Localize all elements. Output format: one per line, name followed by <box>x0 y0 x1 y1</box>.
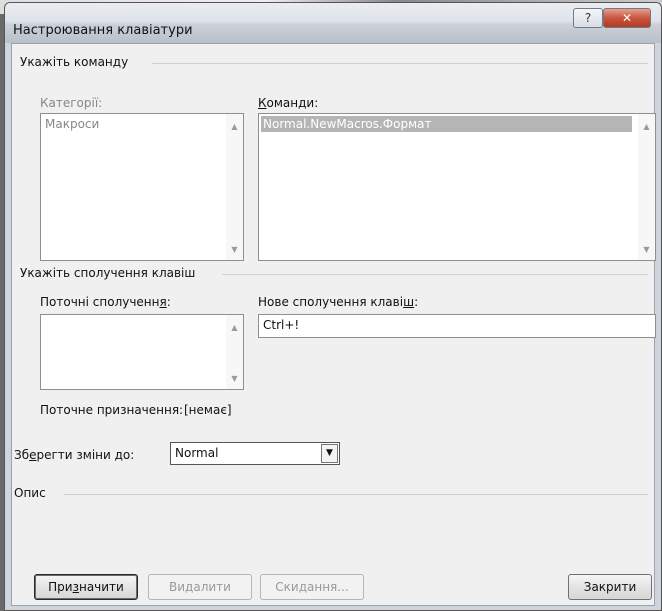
group-divider <box>64 494 648 495</box>
command-group-title: Укажіть команду <box>20 55 135 69</box>
scroll-down-icon[interactable]: ▼ <box>638 241 655 258</box>
group-divider <box>152 63 648 64</box>
new-shortcut-input[interactable]: Ctrl+! <box>258 314 656 338</box>
current-assignment-label: Поточне призначення: <box>40 403 184 417</box>
current-keys-label-rest: : <box>166 295 171 309</box>
commands-label-accel: К <box>258 96 267 110</box>
categories-listbox[interactable]: Макроси ▲ ▼ <box>40 113 244 261</box>
reset-all-button[interactable]: Скидання... <box>260 574 364 600</box>
group-divider <box>222 274 648 275</box>
new-shortcut-label-rest: : <box>414 295 419 309</box>
close-window-button[interactable]: ✕ <box>603 8 651 28</box>
dropdown-arrow-icon[interactable]: ▼ <box>321 444 338 463</box>
scroll-down-icon[interactable]: ▼ <box>226 241 243 258</box>
dialog-title: Настроювання клавіатури <box>13 23 193 38</box>
scroll-up-icon[interactable]: ▲ <box>226 118 243 135</box>
current-keys-listbox[interactable]: ▲ ▼ <box>40 314 244 390</box>
current-keys-label-prefix: Поточні сполученн <box>40 295 160 309</box>
list-item[interactable]: Макроси <box>43 116 99 132</box>
commands-scrollbar[interactable]: ▲ ▼ <box>638 114 655 260</box>
title-bar: Настроювання клавіатури ? ✕ <box>5 3 661 43</box>
new-shortcut-label-accel: ш <box>403 295 415 309</box>
dialog-body: Укажіть команду Категорії: Макроси ▲ ▼ К… <box>11 43 656 606</box>
close-button[interactable]: Закрити <box>568 574 652 600</box>
scroll-up-icon[interactable]: ▲ <box>638 118 655 135</box>
help-button[interactable]: ? <box>573 8 603 28</box>
save-changes-label-rest: регти зміни до: <box>36 448 135 462</box>
save-in-combobox[interactable]: Normal ▼ <box>170 442 340 465</box>
scroll-down-icon[interactable]: ▼ <box>226 370 243 387</box>
commands-label-rest: оманди: <box>266 96 319 110</box>
new-shortcut-label: Нове сполучення клавіш: <box>258 295 418 309</box>
save-changes-label: Зберегти зміни до: <box>14 448 134 462</box>
commands-label: Команди: <box>258 96 318 110</box>
current-keys-scrollbar[interactable]: ▲ ▼ <box>226 315 243 389</box>
save-in-value: Normal <box>175 446 219 460</box>
description-title: Опис <box>14 486 52 500</box>
keyboard-customize-dialog: Настроювання клавіатури ? ✕ Укажіть кома… <box>4 2 662 611</box>
categories-scrollbar[interactable]: ▲ ▼ <box>226 114 243 260</box>
assign-button[interactable]: Призначити <box>34 574 138 600</box>
shortcut-group-title: Укажіть сполучення клавіш <box>20 266 202 280</box>
new-shortcut-label-prefix: Нове сполучення клаві <box>258 295 404 309</box>
current-keys-label-accel: я <box>159 295 167 309</box>
categories-label: Категорії: <box>40 96 103 110</box>
assign-label-prefix: При <box>48 580 73 594</box>
current-keys-label: Поточні сполучення: <box>40 295 171 309</box>
commands-listbox[interactable]: Normal.NewMacros.Формат ▲ ▼ <box>258 113 656 261</box>
current-assignment-value: [немає] <box>184 403 232 417</box>
assign-label-rest: начити <box>78 580 124 594</box>
save-changes-label-prefix: Зб <box>14 448 30 462</box>
remove-button[interactable]: Видалити <box>148 574 252 600</box>
list-item[interactable]: Normal.NewMacros.Формат <box>261 116 632 132</box>
scroll-up-icon[interactable]: ▲ <box>226 319 243 336</box>
